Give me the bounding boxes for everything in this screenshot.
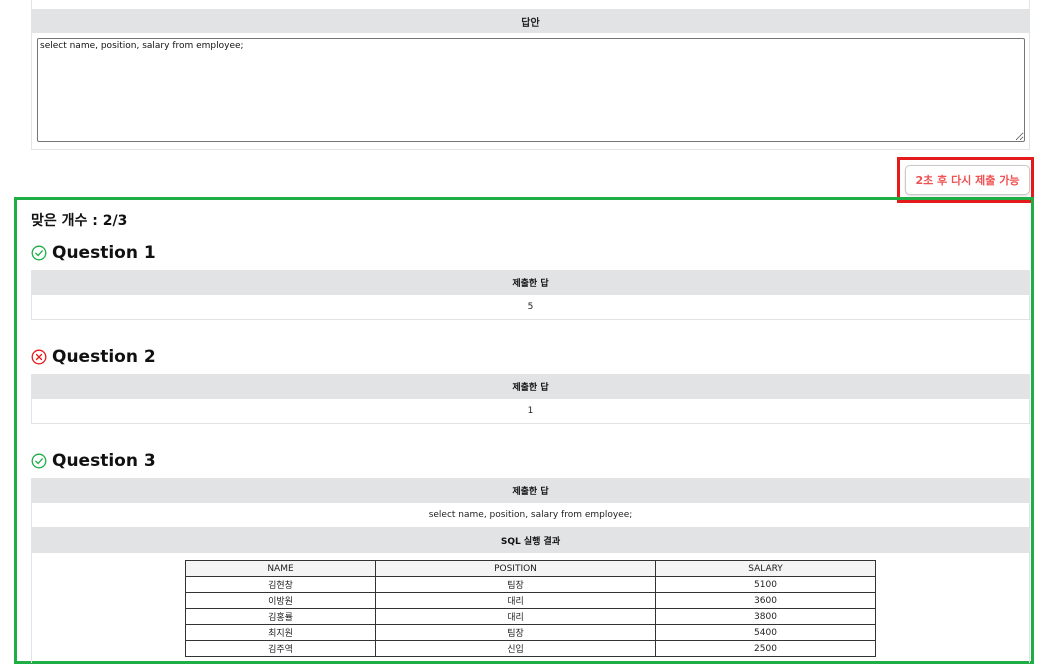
answer-panel: 답안 select name, position, salary from em…	[31, 0, 1030, 150]
question-2-title: Question 2	[31, 347, 156, 367]
cell-salary: 3600	[655, 592, 876, 609]
cell-name: 김현창	[185, 576, 376, 593]
question-3-submitted-header: 제출한 답	[31, 478, 1030, 503]
question-2-submitted-value: 1	[31, 399, 1030, 424]
question-1-submitted-header: 제출한 답	[31, 270, 1030, 295]
table-row: 김홍률 대리 3800	[185, 608, 876, 625]
table-row: 김주역 신입 2500	[185, 640, 876, 657]
cell-salary: 2500	[655, 640, 876, 657]
question-3-title: Question 3	[31, 451, 156, 471]
table-row: 김현창 팀장 5100	[185, 576, 876, 593]
question-3-label: Question 3	[52, 451, 156, 471]
answer-header: 답안	[32, 9, 1029, 33]
table-header-row: NAME POSITION SALARY	[185, 560, 876, 577]
cell-position: 팀장	[375, 624, 656, 641]
answer-textarea[interactable]: select name, position, salary from emplo…	[37, 38, 1025, 142]
cell-position: 대리	[375, 608, 656, 625]
question-2-label: Question 2	[52, 347, 156, 367]
x-circle-icon	[31, 349, 47, 365]
column-header-name: NAME	[185, 560, 376, 577]
cell-salary: 3800	[655, 608, 876, 625]
cell-salary: 5100	[655, 576, 876, 593]
cell-name: 이방원	[185, 592, 376, 609]
column-header-position: POSITION	[375, 560, 656, 577]
cell-name: 김주역	[185, 640, 376, 657]
check-circle-icon	[31, 453, 47, 469]
table-row: 최지원 팀장 5400	[185, 624, 876, 641]
table-row: 이방원 대리 3600	[185, 592, 876, 609]
cell-name: 최지원	[185, 624, 376, 641]
question-2-submitted-header: 제출한 답	[31, 374, 1030, 399]
cell-name: 김홍률	[185, 608, 376, 625]
cell-salary: 5400	[655, 624, 876, 641]
check-circle-icon	[31, 245, 47, 261]
column-header-salary: SALARY	[655, 560, 876, 577]
score-label: 맞은 개수 : 2/3	[31, 213, 128, 229]
question-1-title: Question 1	[31, 243, 156, 263]
sql-result-table: NAME POSITION SALARY 김현창 팀장 5100 이방원 대리 …	[185, 560, 876, 657]
question-1-submitted-value: 5	[31, 295, 1030, 320]
cell-position: 대리	[375, 592, 656, 609]
question-3-submitted-value: select name, position, salary from emplo…	[31, 503, 1030, 528]
cell-position: 팀장	[375, 576, 656, 593]
question-1-label: Question 1	[52, 243, 156, 263]
cell-position: 신입	[375, 640, 656, 657]
question-3-result-header: SQL 실행 결과	[31, 528, 1030, 553]
resubmit-button[interactable]: 2초 후 다시 제출 가능	[905, 165, 1030, 195]
